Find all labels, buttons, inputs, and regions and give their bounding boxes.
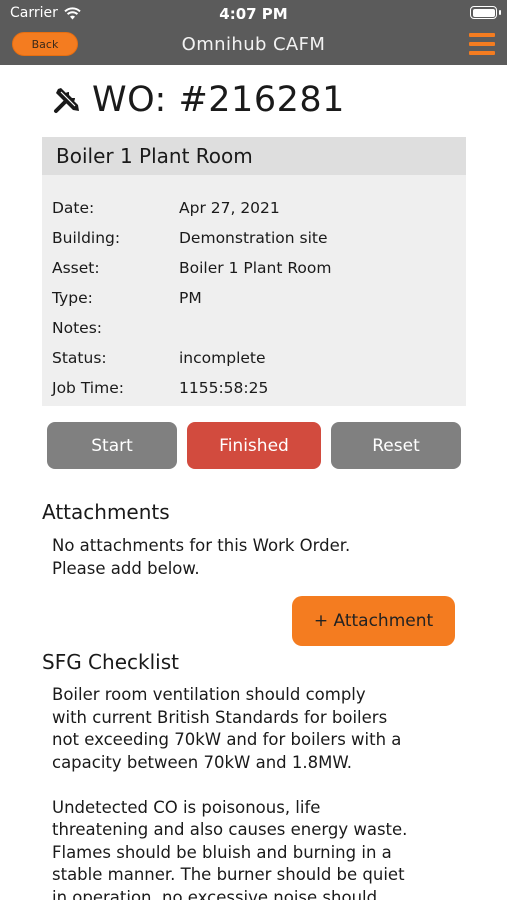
detail-row-job-time: Job Time: 1155:58:25 (42, 373, 466, 403)
detail-label: Type: (52, 289, 93, 307)
detail-row-building: Building: Demonstration site (42, 223, 466, 253)
details-list: Date: Apr 27, 2021 Building: Demonstrati… (42, 175, 466, 403)
detail-row-status: Status: incomplete (42, 343, 466, 373)
detail-label: Job Time: (52, 379, 124, 397)
attachments-empty-message: No attachments for this Work Order. Plea… (52, 535, 452, 580)
start-button[interactable]: Start (47, 422, 177, 469)
nav-header: Carrier 4:07 PM Back Omnihub CAFM (0, 0, 507, 65)
checklist-line (52, 774, 452, 797)
detail-label: Asset: (52, 259, 100, 277)
work-order-title: WO: #216281 (52, 80, 345, 120)
detail-value: 1155:58:25 (179, 379, 269, 397)
detail-value: Demonstration site (179, 229, 328, 247)
attachments-title: Attachments (42, 500, 170, 524)
work-order-number: WO: #216281 (92, 80, 345, 120)
checklist-line: Boiler room ventilation should comply (52, 685, 366, 704)
empty-message-line: Please add below. (52, 558, 200, 578)
battery-icon (470, 6, 501, 19)
detail-label: Building: (52, 229, 121, 247)
detail-row-asset: Asset: Boiler 1 Plant Room (42, 253, 466, 283)
add-attachment-button[interactable]: + Attachment (292, 596, 455, 646)
checklist-line: threatening and also causes energy waste… (52, 820, 408, 839)
empty-message-line: No attachments for this Work Order. (52, 536, 351, 555)
status-bar: Carrier 4:07 PM (0, 0, 507, 28)
checklist-line: with current British Standards for boile… (52, 707, 388, 727)
checklist-line: capacity between 70kW and 1.8MW. (52, 752, 353, 772)
detail-value: incomplete (179, 349, 266, 367)
status-time: 4:07 PM (219, 5, 288, 23)
detail-value: Apr 27, 2021 (179, 199, 280, 217)
checklist-text: Boiler room ventilation should comply wi… (52, 684, 452, 900)
checklist-line: Undetected CO is poisonous, life (52, 797, 321, 817)
checklist-line: stable manner. The burner should be quie… (52, 865, 405, 884)
checklist-line: not exceeding 70kW and for boilers with … (52, 730, 402, 749)
detail-row-notes: Notes: (42, 313, 466, 343)
hamburger-menu-icon[interactable] (469, 33, 495, 55)
finished-button[interactable]: Finished (187, 422, 321, 469)
detail-value: PM (179, 289, 202, 307)
app-title: Omnihub CAFM (181, 34, 326, 55)
detail-row-type: Type: PM (42, 283, 466, 313)
reset-button[interactable]: Reset (331, 422, 461, 469)
wrench-screwdriver-icon (54, 88, 79, 113)
detail-label: Date: (52, 199, 95, 217)
card-heading: Boiler 1 Plant Room (42, 137, 466, 175)
checklist-line: in operation, no excessive noise should (52, 887, 378, 900)
work-order-details-card: Boiler 1 Plant Room Date: Apr 27, 2021 B… (42, 137, 466, 406)
checklist-line: Flames should be bluish and burning in a (52, 842, 392, 862)
detail-label: Status: (52, 349, 107, 367)
action-buttons: Start Finished Reset (47, 422, 461, 469)
detail-row-date: Date: Apr 27, 2021 (42, 193, 466, 223)
detail-value: Boiler 1 Plant Room (179, 259, 332, 277)
checklist-title: SFG Checklist (42, 650, 179, 674)
detail-label: Notes: (52, 319, 102, 337)
